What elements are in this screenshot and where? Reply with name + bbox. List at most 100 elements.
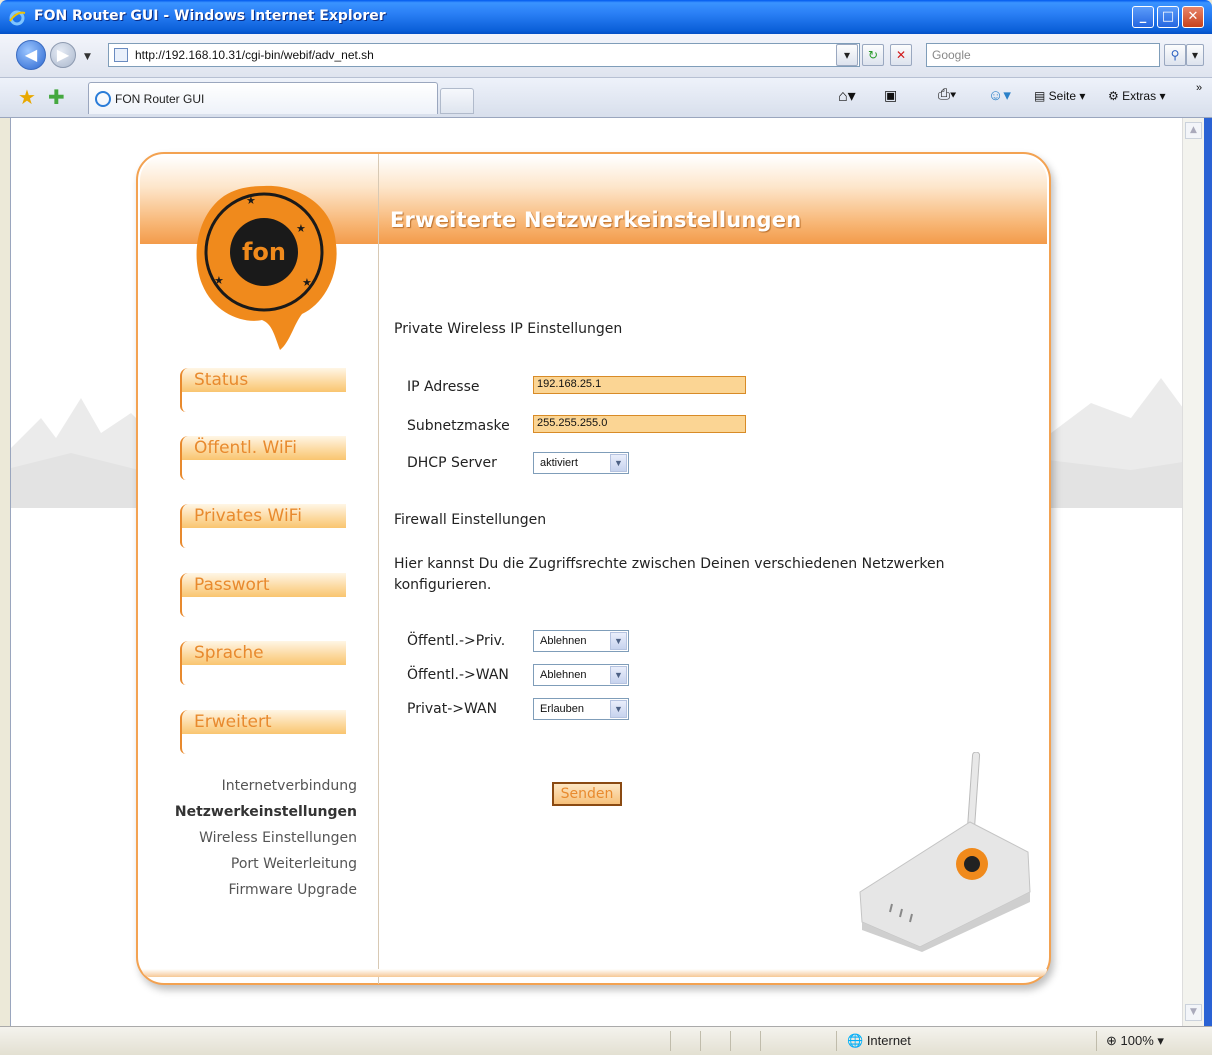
rule-public-wan-select[interactable]: Ablehnen ▼ — [533, 664, 629, 686]
search-input[interactable]: Google — [926, 43, 1160, 67]
messenger-icon[interactable]: ☺▾ — [988, 86, 1011, 104]
rule-private-wan-label: Privat->WAN — [407, 701, 498, 717]
zoom-level[interactable]: ⊕ 100% ▾ — [1106, 1033, 1164, 1049]
favorites-star-icon[interactable]: ★ — [18, 87, 36, 107]
submenu-wireless-settings[interactable]: Wireless Einstellungen — [199, 830, 357, 846]
minimize-button[interactable]: _ — [1132, 6, 1154, 28]
search-options-icon[interactable]: ▾ — [1186, 44, 1204, 66]
address-bar: ◀ ▶ ▼ http://192.168.10.31/cgi-bin/webif… — [0, 34, 1212, 78]
status-bar: 🌐 Internet ⊕ 100% ▾ — [0, 1026, 1212, 1055]
menu-status-label: Status — [194, 370, 249, 390]
scroll-down-icon[interactable]: ▼ — [1185, 1004, 1202, 1021]
new-tab-button[interactable] — [440, 88, 474, 114]
menu-language[interactable]: Sprache — [180, 641, 346, 665]
chevron-down-icon: ▼ — [610, 666, 627, 684]
submenu-firmware-upgrade[interactable]: Firmware Upgrade — [229, 882, 357, 898]
window-title: FON Router GUI - Windows Internet Explor… — [34, 8, 386, 24]
menu-public-wifi[interactable]: Öffentl. WiFi — [180, 436, 346, 460]
forward-button[interactable]: ▶ — [50, 42, 76, 68]
rule-public-private-select[interactable]: Ablehnen ▼ — [533, 630, 629, 652]
zoom-level-label: 100% — [1120, 1033, 1154, 1048]
page-viewport: Erweiterte Netzwerkeinstellungen fon ★ ★… — [10, 118, 1182, 1026]
ie-tab-icon — [95, 91, 111, 107]
submenu-internet-connection[interactable]: Internetverbindung — [222, 778, 357, 794]
url-text: http://192.168.10.31/cgi-bin/webif/adv_n… — [135, 48, 374, 62]
page-title: Erweiterte Netzwerkeinstellungen — [390, 208, 802, 232]
tab-fon-router-gui[interactable]: FON Router GUI — [88, 82, 438, 114]
url-input[interactable]: http://192.168.10.31/cgi-bin/webif/adv_n… — [108, 43, 860, 67]
svg-text:★: ★ — [246, 194, 256, 207]
page-icon — [114, 48, 128, 62]
history-dropdown-icon[interactable]: ▼ — [84, 52, 91, 62]
add-favorites-icon[interactable]: ✚ — [48, 87, 65, 107]
search-placeholder: Google — [932, 48, 971, 62]
page-menu-label: Seite — [1048, 89, 1077, 103]
menu-private-wifi[interactable]: Privates WiFi — [180, 504, 346, 528]
dhcp-server-label: DHCP Server — [407, 455, 497, 471]
panel-divider — [378, 154, 379, 984]
vertical-scrollbar[interactable]: ▲ ▼ — [1182, 118, 1204, 1026]
panel-footer — [142, 969, 1047, 977]
firewall-heading: Firewall Einstellungen — [394, 512, 547, 528]
send-button[interactable]: Senden — [552, 782, 622, 806]
menu-language-label: Sprache — [194, 643, 264, 663]
ip-address-input[interactable]: 192.168.25.1 — [533, 376, 746, 394]
menu-public-wifi-label: Öffentl. WiFi — [194, 438, 297, 458]
menu-password[interactable]: Passwort — [180, 573, 346, 597]
submenu-port-forwarding[interactable]: Port Weiterleitung — [231, 856, 357, 872]
svg-text:★: ★ — [214, 274, 224, 287]
search-icon[interactable]: ⚲ — [1164, 44, 1186, 66]
fon-movimiento-logo: fon ★ ★ ★ ★ — [196, 185, 337, 350]
window-titlebar: FON Router GUI - Windows Internet Explor… — [0, 0, 1212, 34]
stop-icon[interactable]: ✕ — [890, 44, 912, 66]
svg-text:★: ★ — [302, 276, 312, 289]
menu-status[interactable]: Status — [180, 368, 346, 392]
close-button[interactable]: ✕ — [1182, 6, 1204, 28]
menu-public-wifi-tail — [180, 460, 186, 480]
print-icon[interactable]: ⎙▾ — [938, 86, 956, 103]
submenu-network-settings[interactable]: Netzwerkeinstellungen — [175, 804, 357, 820]
chevron-more-icon[interactable]: » — [1196, 82, 1202, 94]
firewall-description-line2: konfigurieren. — [394, 577, 492, 593]
rule-public-private-value: Ablehnen — [540, 635, 587, 647]
maximize-button[interactable]: □ — [1157, 6, 1179, 28]
menu-advanced[interactable]: Erweitert — [180, 710, 346, 734]
status-separator — [760, 1031, 761, 1051]
logo-text: fon — [242, 238, 286, 266]
back-button[interactable]: ◀ — [16, 40, 46, 70]
tab-label: FON Router GUI — [115, 92, 205, 106]
private-wireless-heading: Private Wireless IP Einstellungen — [394, 321, 623, 337]
menu-advanced-label: Erweitert — [194, 712, 272, 732]
svg-text:★: ★ — [296, 222, 306, 235]
menu-password-label: Passwort — [194, 575, 270, 595]
scroll-up-icon[interactable]: ▲ — [1185, 122, 1202, 139]
chevron-down-icon: ▼ — [610, 632, 627, 650]
left-frame — [0, 118, 10, 1055]
rule-private-wan-value: Erlauben — [540, 703, 585, 715]
subnet-mask-input[interactable]: 255.255.255.0 — [533, 415, 746, 433]
router-device-image — [859, 752, 1031, 952]
menu-advanced-tail — [180, 734, 186, 754]
tab-bar: ★ ✚ FON Router GUI ⌂▾ ▣ ⎙▾ ☺▾ ▤ Seite ▾ … — [0, 78, 1212, 118]
rule-private-wan-select[interactable]: Erlauben ▼ — [533, 698, 629, 720]
status-separator — [670, 1031, 671, 1051]
home-icon[interactable]: ⌂▾ — [838, 86, 856, 106]
firewall-description-line1: Hier kannst Du die Zugriffsrechte zwisch… — [394, 556, 945, 572]
extras-menu-label: Extras — [1122, 89, 1157, 103]
menu-private-wifi-label: Privates WiFi — [194, 506, 302, 526]
subnet-mask-label: Subnetzmaske — [407, 418, 510, 434]
page-menu[interactable]: ▤ Seite ▾ — [1034, 89, 1085, 103]
dhcp-server-select[interactable]: aktiviert ▼ — [533, 452, 629, 474]
menu-private-wifi-tail — [180, 528, 186, 548]
right-frame — [1204, 118, 1212, 1055]
menu-status-tail — [180, 392, 186, 412]
ie-logo-icon — [9, 10, 26, 26]
refresh-icon[interactable]: ↻ — [862, 44, 884, 66]
url-dropdown-icon[interactable]: ▾ — [836, 44, 858, 66]
menu-password-tail — [180, 597, 186, 617]
security-zone: 🌐 Internet — [847, 1033, 911, 1048]
extras-menu[interactable]: ⚙ Extras ▾ — [1108, 89, 1165, 103]
chevron-down-icon: ▼ — [610, 454, 627, 472]
status-separator — [836, 1031, 837, 1051]
feeds-icon[interactable]: ▣ — [884, 87, 897, 104]
